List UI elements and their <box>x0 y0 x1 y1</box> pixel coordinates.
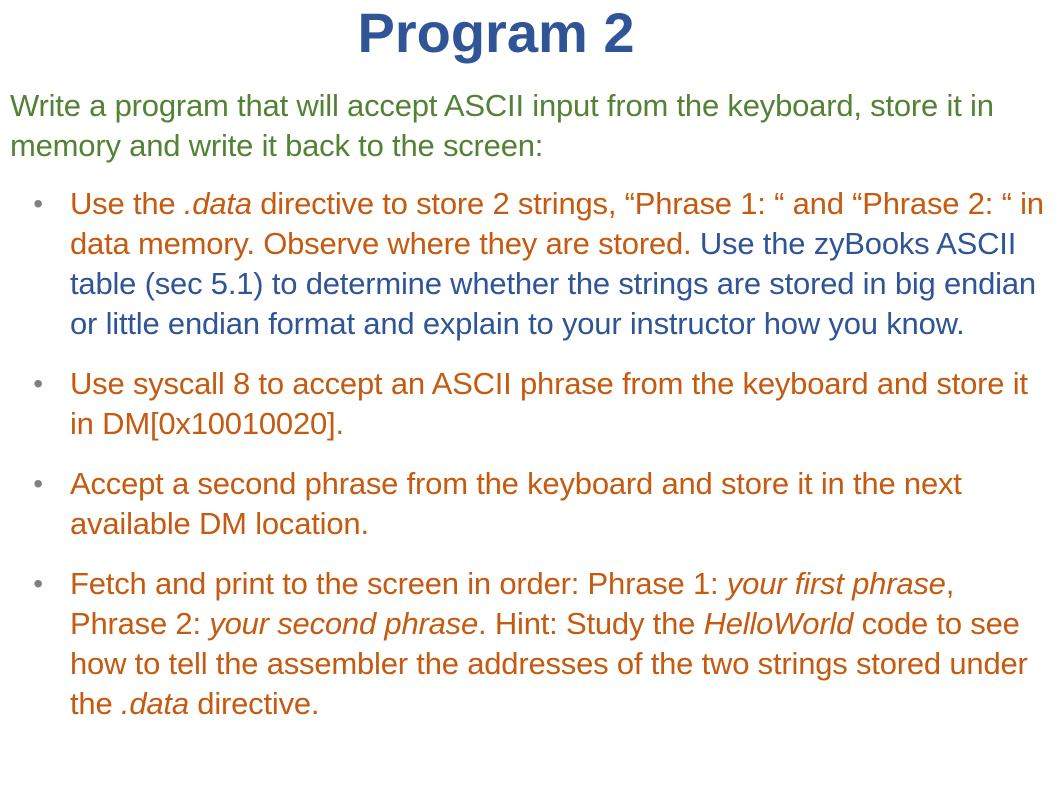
bullet-italic-text: .data <box>183 186 252 221</box>
bullet-italic-text: your second phrase <box>209 606 478 641</box>
bullet-text: . Hint: Study the <box>478 606 704 641</box>
bullet-text: directive. <box>188 686 320 721</box>
bullet-italic-text: HelloWorld <box>703 606 854 641</box>
bullet-text: Use the <box>70 186 184 221</box>
bullet-italic-text: .data <box>120 686 189 721</box>
bullet-item-data-directive: • Use the .data directive to store 2 str… <box>33 184 1055 344</box>
bullet-text: Fetch and print to the screen in order: … <box>70 566 727 601</box>
bullet-dot-icon: • <box>33 188 43 219</box>
bullet-italic-text: your first phrase <box>726 566 946 601</box>
bullet-dot-icon: • <box>33 468 43 499</box>
bullet-item-fetch-print: • Fetch and print to the screen in order… <box>33 564 1055 724</box>
intro-paragraph: Write a program that will accept ASCII i… <box>10 88 994 163</box>
bullet-item-second-phrase: • Accept a second phrase from the keyboa… <box>33 464 1055 544</box>
bullet-text: Accept a second phrase from the keyboard… <box>70 466 962 541</box>
bullet-dot-icon: • <box>33 568 43 599</box>
bullet-item-syscall: • Use syscall 8 to accept an ASCII phras… <box>33 364 1055 444</box>
slide: Program 2 Write a program that will acce… <box>0 0 1060 788</box>
bullet-dot-icon: • <box>33 368 43 399</box>
slide-title: Program 2 <box>357 1 635 64</box>
bullet-text: Use syscall 8 to accept an ASCII phrase … <box>70 366 1028 441</box>
bullet-list: • Use the .data directive to store 2 str… <box>33 184 1055 744</box>
